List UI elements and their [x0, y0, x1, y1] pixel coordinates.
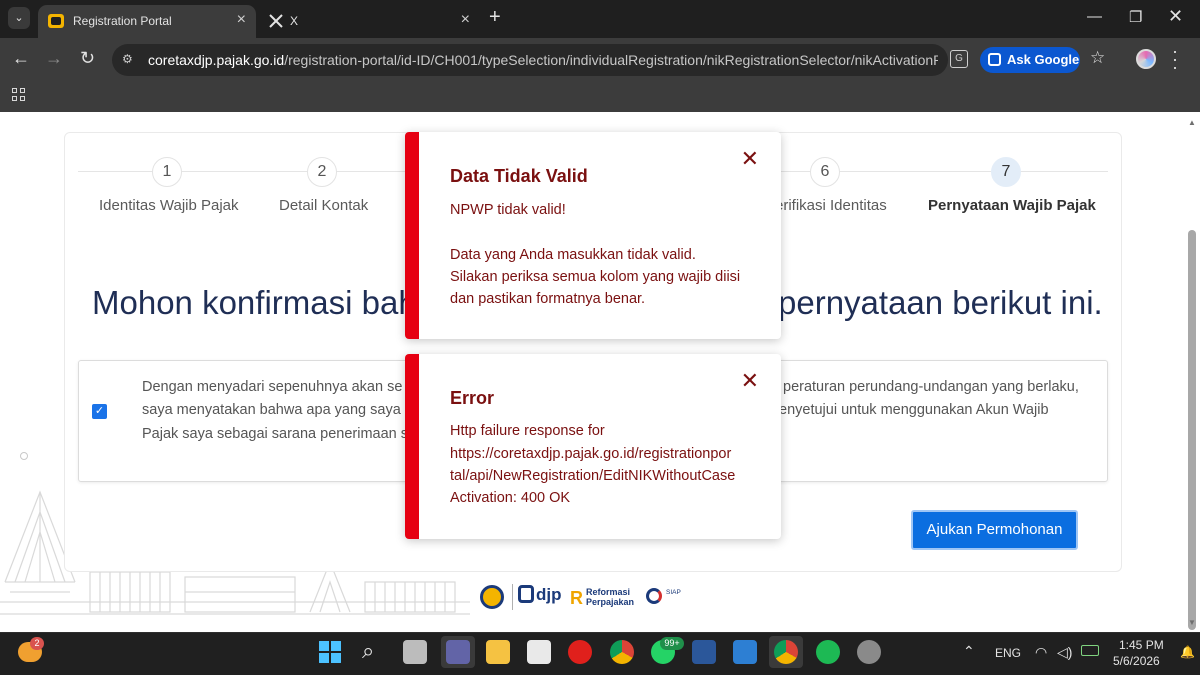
step-6-label[interactable]: erifikasi Identitas	[775, 197, 887, 214]
chrome-profile-icon[interactable]	[774, 640, 798, 664]
x-logo-icon	[269, 14, 283, 28]
tab-x[interactable]: X ×	[258, 5, 480, 38]
windows-start-icon[interactable]	[318, 640, 342, 664]
photos-icon[interactable]	[733, 640, 757, 664]
chrome-icon[interactable]	[610, 640, 634, 664]
toast-message-line: NPWP tidak valid!	[450, 202, 566, 218]
step-7-number[interactable]: 7	[991, 157, 1021, 187]
confirm-text-line-2-right: enyetujui untuk menggunakan Akun Wajib	[779, 402, 1049, 418]
browser-tab-bar: ⌄ Registration Portal × X × + — ❐ ✕	[0, 0, 1200, 38]
volume-icon[interactable]: ◁)	[1057, 644, 1072, 661]
submit-application-button[interactable]: Ajukan Permohonan	[911, 510, 1078, 550]
lens-icon	[988, 53, 1001, 66]
restore-icon[interactable]: ❐	[1129, 8, 1142, 26]
scrollbar-thumb[interactable]	[1188, 230, 1196, 630]
portal-favicon-icon	[48, 14, 64, 28]
bookmark-star-icon[interactable]: ☆	[1090, 48, 1105, 68]
confirm-text-line-2: saya menyatakan bahwa apa yang saya	[142, 402, 401, 418]
toast-title: Data Tidak Valid	[450, 166, 588, 186]
opera-icon[interactable]	[568, 640, 592, 664]
back-icon[interactable]: ←	[12, 48, 30, 69]
weather-badge: 2	[30, 637, 44, 650]
siap-logo: SIAP	[666, 589, 681, 596]
toast-accent-bar	[405, 354, 419, 539]
toast-message-line: https://coretaxdjp.pajak.go.id/registrat…	[450, 446, 732, 462]
toast-error: Error Http failure response for https://…	[405, 354, 781, 539]
page-title-right: pernyataan berikut ini.	[778, 284, 1103, 321]
scroll-up-icon[interactable]: ▲	[1188, 118, 1196, 127]
spotify-icon[interactable]	[816, 640, 840, 664]
toast-message-line: Silakan periksa semua kolom yang wajib d…	[450, 269, 741, 285]
site-info-icon[interactable]: ⚙	[122, 52, 138, 68]
close-tab-icon[interactable]: ×	[237, 11, 246, 29]
step-7-label[interactable]: Pernyataan Wajib Pajak	[928, 197, 1096, 214]
toast-message-line: tal/api/NewRegistration/EditNIKWithoutCa…	[450, 468, 736, 484]
tab-registration-portal[interactable]: Registration Portal ×	[38, 5, 256, 38]
whatsapp-badge: 99+	[660, 637, 684, 650]
step-1-number[interactable]: 1	[152, 157, 182, 187]
microsoft-store-icon[interactable]	[527, 640, 551, 664]
close-window-icon[interactable]: ✕	[1168, 6, 1183, 27]
step-2-number[interactable]: 2	[307, 157, 337, 187]
close-tab-icon[interactable]: ×	[461, 11, 470, 29]
confirm-text-line-3: Pajak saya sebagai sarana penerimaan s	[142, 426, 408, 442]
teams-icon[interactable]	[446, 640, 470, 664]
confirm-text-line-1: Dengan menyadari sepenuhnya akan se	[142, 379, 403, 395]
clock-time[interactable]: 1:45 PM	[1119, 638, 1164, 652]
bookmarks-bar	[0, 82, 1200, 112]
decorative-circle	[20, 452, 28, 460]
toast-message-line: Http failure response for	[450, 423, 605, 439]
toast-data-invalid: Data Tidak Valid NPWP tidak valid! Data …	[405, 132, 781, 339]
reformasi-logo-icon: R	[570, 588, 583, 608]
minimize-icon[interactable]: —	[1087, 8, 1102, 25]
toast-message-line: Data yang Anda masukkan tidak valid.	[450, 247, 696, 263]
battery-icon[interactable]	[1081, 645, 1099, 656]
djp-logo: djp	[518, 585, 562, 605]
clock-date[interactable]: 5/6/2026	[1113, 654, 1160, 668]
close-icon[interactable]: ✕	[741, 148, 759, 170]
settings-icon[interactable]	[857, 640, 881, 664]
translate-icon[interactable]: G	[950, 50, 968, 68]
close-icon[interactable]: ✕	[741, 370, 759, 392]
step-6-number[interactable]: 6	[810, 157, 840, 187]
tab-title: Registration Portal	[73, 14, 172, 28]
task-view-icon[interactable]	[403, 640, 427, 664]
tray-chevron-icon[interactable]: ⌃	[963, 643, 975, 660]
word-icon[interactable]	[692, 640, 716, 664]
step-2-label[interactable]: Detail Kontak	[279, 197, 368, 214]
kemenkeu-logo	[480, 585, 504, 609]
profile-avatar[interactable]	[1136, 49, 1156, 69]
step-1-label[interactable]: Identitas Wajib Pajak	[99, 197, 239, 214]
confirm-checkbox[interactable]: ✓	[92, 404, 107, 419]
page-title-left: Mohon konfirmasi bah	[92, 284, 417, 321]
confirm-text-line-1-right: peraturan perundang-undangan yang berlak…	[783, 379, 1079, 395]
language-indicator[interactable]: ENG	[995, 646, 1021, 660]
reload-icon[interactable]: ↻	[80, 48, 95, 69]
scroll-down-icon[interactable]: ▼	[1188, 618, 1196, 627]
wifi-icon[interactable]: ◠	[1035, 644, 1047, 661]
notifications-bell-icon[interactable]: 🔔	[1180, 645, 1195, 659]
page-scrollbar[interactable]: ▲ ▼	[1187, 112, 1197, 632]
search-icon[interactable]: ⌕	[362, 638, 374, 664]
menu-icon[interactable]: · · ·	[1172, 42, 1178, 76]
siap-logo-icon	[646, 588, 662, 604]
ask-google-button[interactable]: Ask Google	[980, 47, 1080, 73]
forward-icon[interactable]: →	[45, 48, 63, 69]
logo-divider	[512, 584, 513, 610]
toast-message-line: Activation: 400 OK	[450, 490, 571, 506]
file-explorer-icon[interactable]	[486, 640, 510, 664]
tab-search-button[interactable]: ⌄	[8, 7, 30, 29]
apps-grid-icon[interactable]	[12, 88, 26, 102]
address-bar[interactable]: ⚙ coretaxdjp.pajak.go.id/registration-po…	[112, 44, 948, 76]
toast-title: Error	[450, 388, 495, 408]
url-text: coretaxdjp.pajak.go.id/registration-port…	[148, 52, 938, 68]
toast-accent-bar	[405, 132, 419, 339]
tab-title: X	[290, 14, 299, 28]
reformasi-perpajakan-logo: Reformasi Perpajakan	[586, 587, 635, 607]
toast-message-line: dan pastikan formatnya benar.	[450, 291, 646, 307]
new-tab-icon[interactable]: +	[489, 6, 501, 29]
